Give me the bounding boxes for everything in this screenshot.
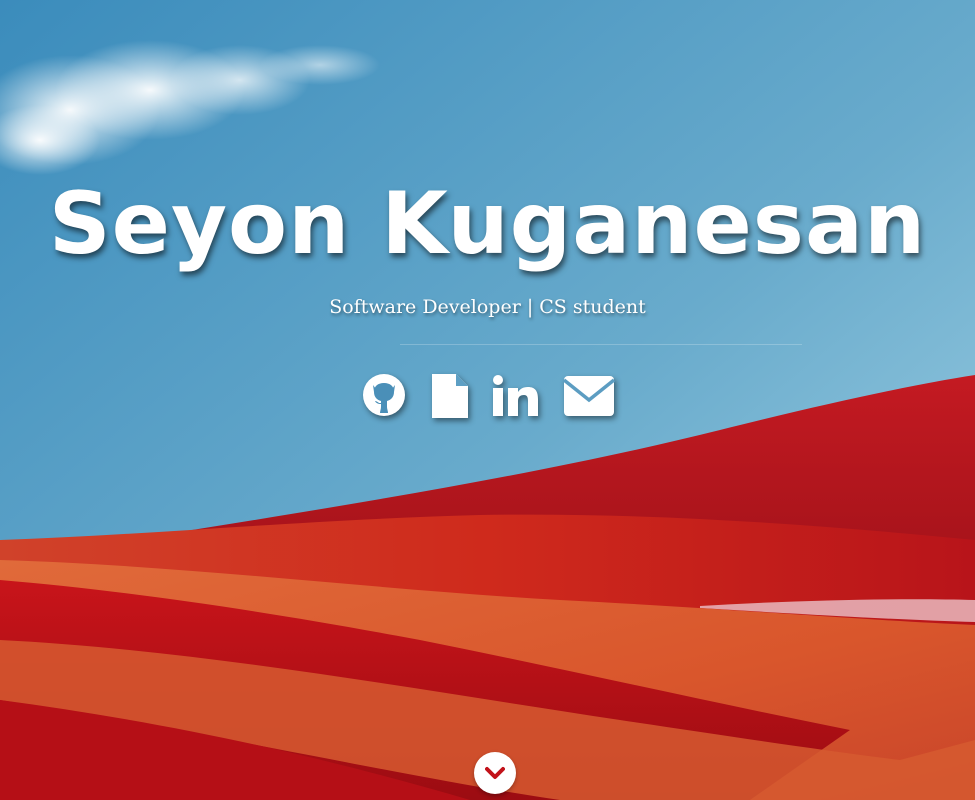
github-link[interactable] <box>360 366 408 422</box>
social-links <box>0 364 975 424</box>
scroll-down-button[interactable] <box>474 752 516 794</box>
file-icon <box>431 374 468 418</box>
hero-title: Seyon Kuganesan <box>48 174 927 274</box>
chevron-down-icon <box>485 767 505 779</box>
hero-section: Seyon Kuganesan Software Developer | CS … <box>0 0 975 800</box>
hero-tagline: Software Developer | CS student <box>329 296 646 318</box>
email-link[interactable] <box>562 366 616 422</box>
hero-divider <box>400 344 802 345</box>
linkedin-icon <box>492 375 538 416</box>
resume-link[interactable] <box>430 366 470 422</box>
github-icon <box>362 374 405 416</box>
envelope-icon <box>562 376 615 416</box>
linkedin-link[interactable] <box>492 366 540 422</box>
